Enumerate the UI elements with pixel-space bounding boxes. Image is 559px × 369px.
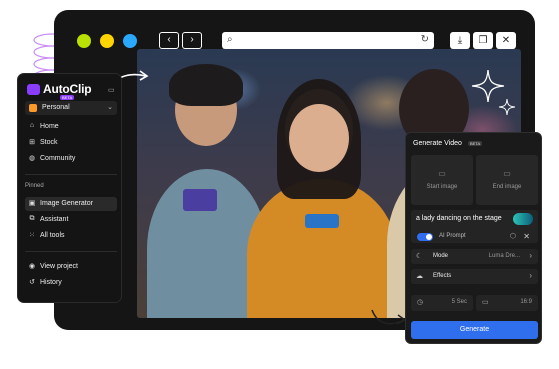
end-image-label: End image (492, 184, 522, 190)
sidebar-item-community[interactable]: ◍ Community (25, 152, 117, 166)
mode-label: Mode (433, 253, 449, 259)
sidebar-item-label: History (40, 279, 62, 286)
sidebar-item-image-generator[interactable]: ▣ Image Generator (25, 197, 117, 211)
logo-text: AutoClip (43, 82, 92, 96)
ai-prompt-label: AI Prompt (439, 233, 466, 239)
sidebar-item-label: Image Generator (40, 200, 93, 207)
pinned-section-title: Pinned (25, 183, 44, 189)
sidebar: AutoClip BETA ▭ Personal ⌄ ⌂ Home ⊞ Stoc… (17, 73, 122, 303)
chevron-right-icon: › (529, 271, 532, 280)
clock-icon: ◷ (417, 299, 424, 306)
sidebar-item-all-tools[interactable]: ⁙ All tools (25, 229, 117, 243)
eye-icon: ◉ (28, 263, 36, 270)
mode-value: Luma Dre... (488, 253, 520, 259)
sidebar-item-home[interactable]: ⌂ Home (25, 120, 117, 134)
ai-prompt-toggle[interactable] (417, 233, 433, 241)
workspace-selector[interactable]: Personal ⌄ (25, 101, 117, 115)
copy-icon[interactable]: ❐ (473, 32, 493, 49)
start-image-upload[interactable]: ▭ Start image (411, 155, 473, 205)
download-icon[interactable]: ⤓ (450, 32, 470, 49)
sidebar-item-label: Assistant (40, 216, 69, 223)
workspace-name: Personal (42, 104, 70, 111)
mode-icon: ☾ (416, 253, 423, 260)
sidebar-item-label: Community (40, 155, 76, 162)
sidebar-item-label: Home (40, 123, 59, 130)
logo-beta-badge: BETA (60, 95, 75, 100)
chevron-right-icon: › (529, 251, 532, 260)
home-icon: ⌂ (29, 122, 35, 129)
duration-select[interactable]: ◷ 5 Sec (411, 295, 473, 311)
divider (25, 251, 117, 252)
workspace-avatar (29, 104, 37, 112)
duration-value: 5 Sec (451, 299, 467, 305)
start-image-label: Start image (426, 184, 458, 190)
assistant-icon: ⧉ (29, 215, 35, 222)
grid-icon: ⁙ (29, 232, 35, 239)
window-dot-green[interactable] (77, 34, 91, 48)
sidebar-collapse-icon[interactable]: ▭ (108, 86, 115, 94)
image-upload-icon: ▭ (503, 169, 511, 178)
prompt-box[interactable]: a lady dancing on the stage AI Prompt ⬡ … (411, 210, 538, 243)
sidebar-item-history[interactable]: ↺ History (25, 276, 117, 290)
avatar-stack (513, 213, 533, 225)
image-icon: ▣ (28, 200, 36, 207)
sidebar-item-assistant[interactable]: ⧉ Assistant (25, 213, 117, 227)
beta-badge: BETA (468, 141, 483, 146)
chevron-down-icon: ⌄ (107, 104, 113, 111)
effects-select[interactable]: ☁ Effects › (411, 269, 538, 284)
sidebar-item-label: All tools (40, 232, 65, 239)
sidebar-item-label: View project (40, 263, 79, 270)
generate-video-panel: Generate Video BETA ▭ Start image ▭ End … (405, 132, 542, 344)
aspect-ratio-select[interactable]: ▭ 16:9 (476, 295, 538, 311)
person-left-hair (169, 64, 243, 106)
clear-icon[interactable]: ✕ (523, 232, 530, 241)
image-upload-icon: ▭ (438, 169, 446, 178)
sidebar-item-view-project[interactable]: ◉ View project (25, 260, 117, 274)
close-icon[interactable]: ✕ (496, 32, 516, 49)
end-image-upload[interactable]: ▭ End image (476, 155, 538, 205)
history-icon: ↺ (29, 279, 35, 286)
sidebar-item-stock[interactable]: ⊞ Stock (25, 136, 117, 150)
curved-arrow-bottom-icon (371, 309, 407, 325)
window-dot-blue[interactable] (123, 34, 137, 48)
mode-select[interactable]: ☾ Mode Luma Dre... › (411, 249, 538, 264)
person-middle-face (289, 104, 349, 172)
search-icon: ⌕ (227, 34, 233, 45)
phone-left (183, 189, 217, 211)
url-bar[interactable]: ⌕ ↻ (222, 32, 434, 49)
chevron-left-icon[interactable]: ‹ (159, 32, 179, 49)
globe-icon: ◍ (28, 155, 36, 162)
window-dot-yellow[interactable] (100, 34, 114, 48)
settings-icon[interactable]: ⬡ (510, 232, 516, 240)
sparkle-small-icon (498, 98, 516, 116)
chevron-right-icon[interactable]: › (182, 32, 202, 49)
reload-icon[interactable]: ↻ (421, 33, 429, 47)
panel-title: Generate Video (413, 140, 462, 147)
prompt-text: a lady dancing on the stage (416, 215, 502, 222)
divider (25, 174, 117, 175)
generate-button[interactable]: Generate (411, 321, 538, 339)
effects-icon: ☁ (416, 273, 423, 280)
aspect-ratio-value: 16:9 (520, 299, 532, 305)
stock-icon: ⊞ (29, 139, 35, 146)
logo-icon (27, 83, 40, 95)
person-middle (247, 179, 397, 318)
phone-middle (305, 214, 339, 228)
logo[interactable]: AutoClip (27, 82, 92, 96)
sidebar-item-label: Stock (40, 139, 58, 146)
aspect-ratio-icon: ▭ (482, 299, 489, 306)
effects-label: Effects (433, 273, 452, 279)
